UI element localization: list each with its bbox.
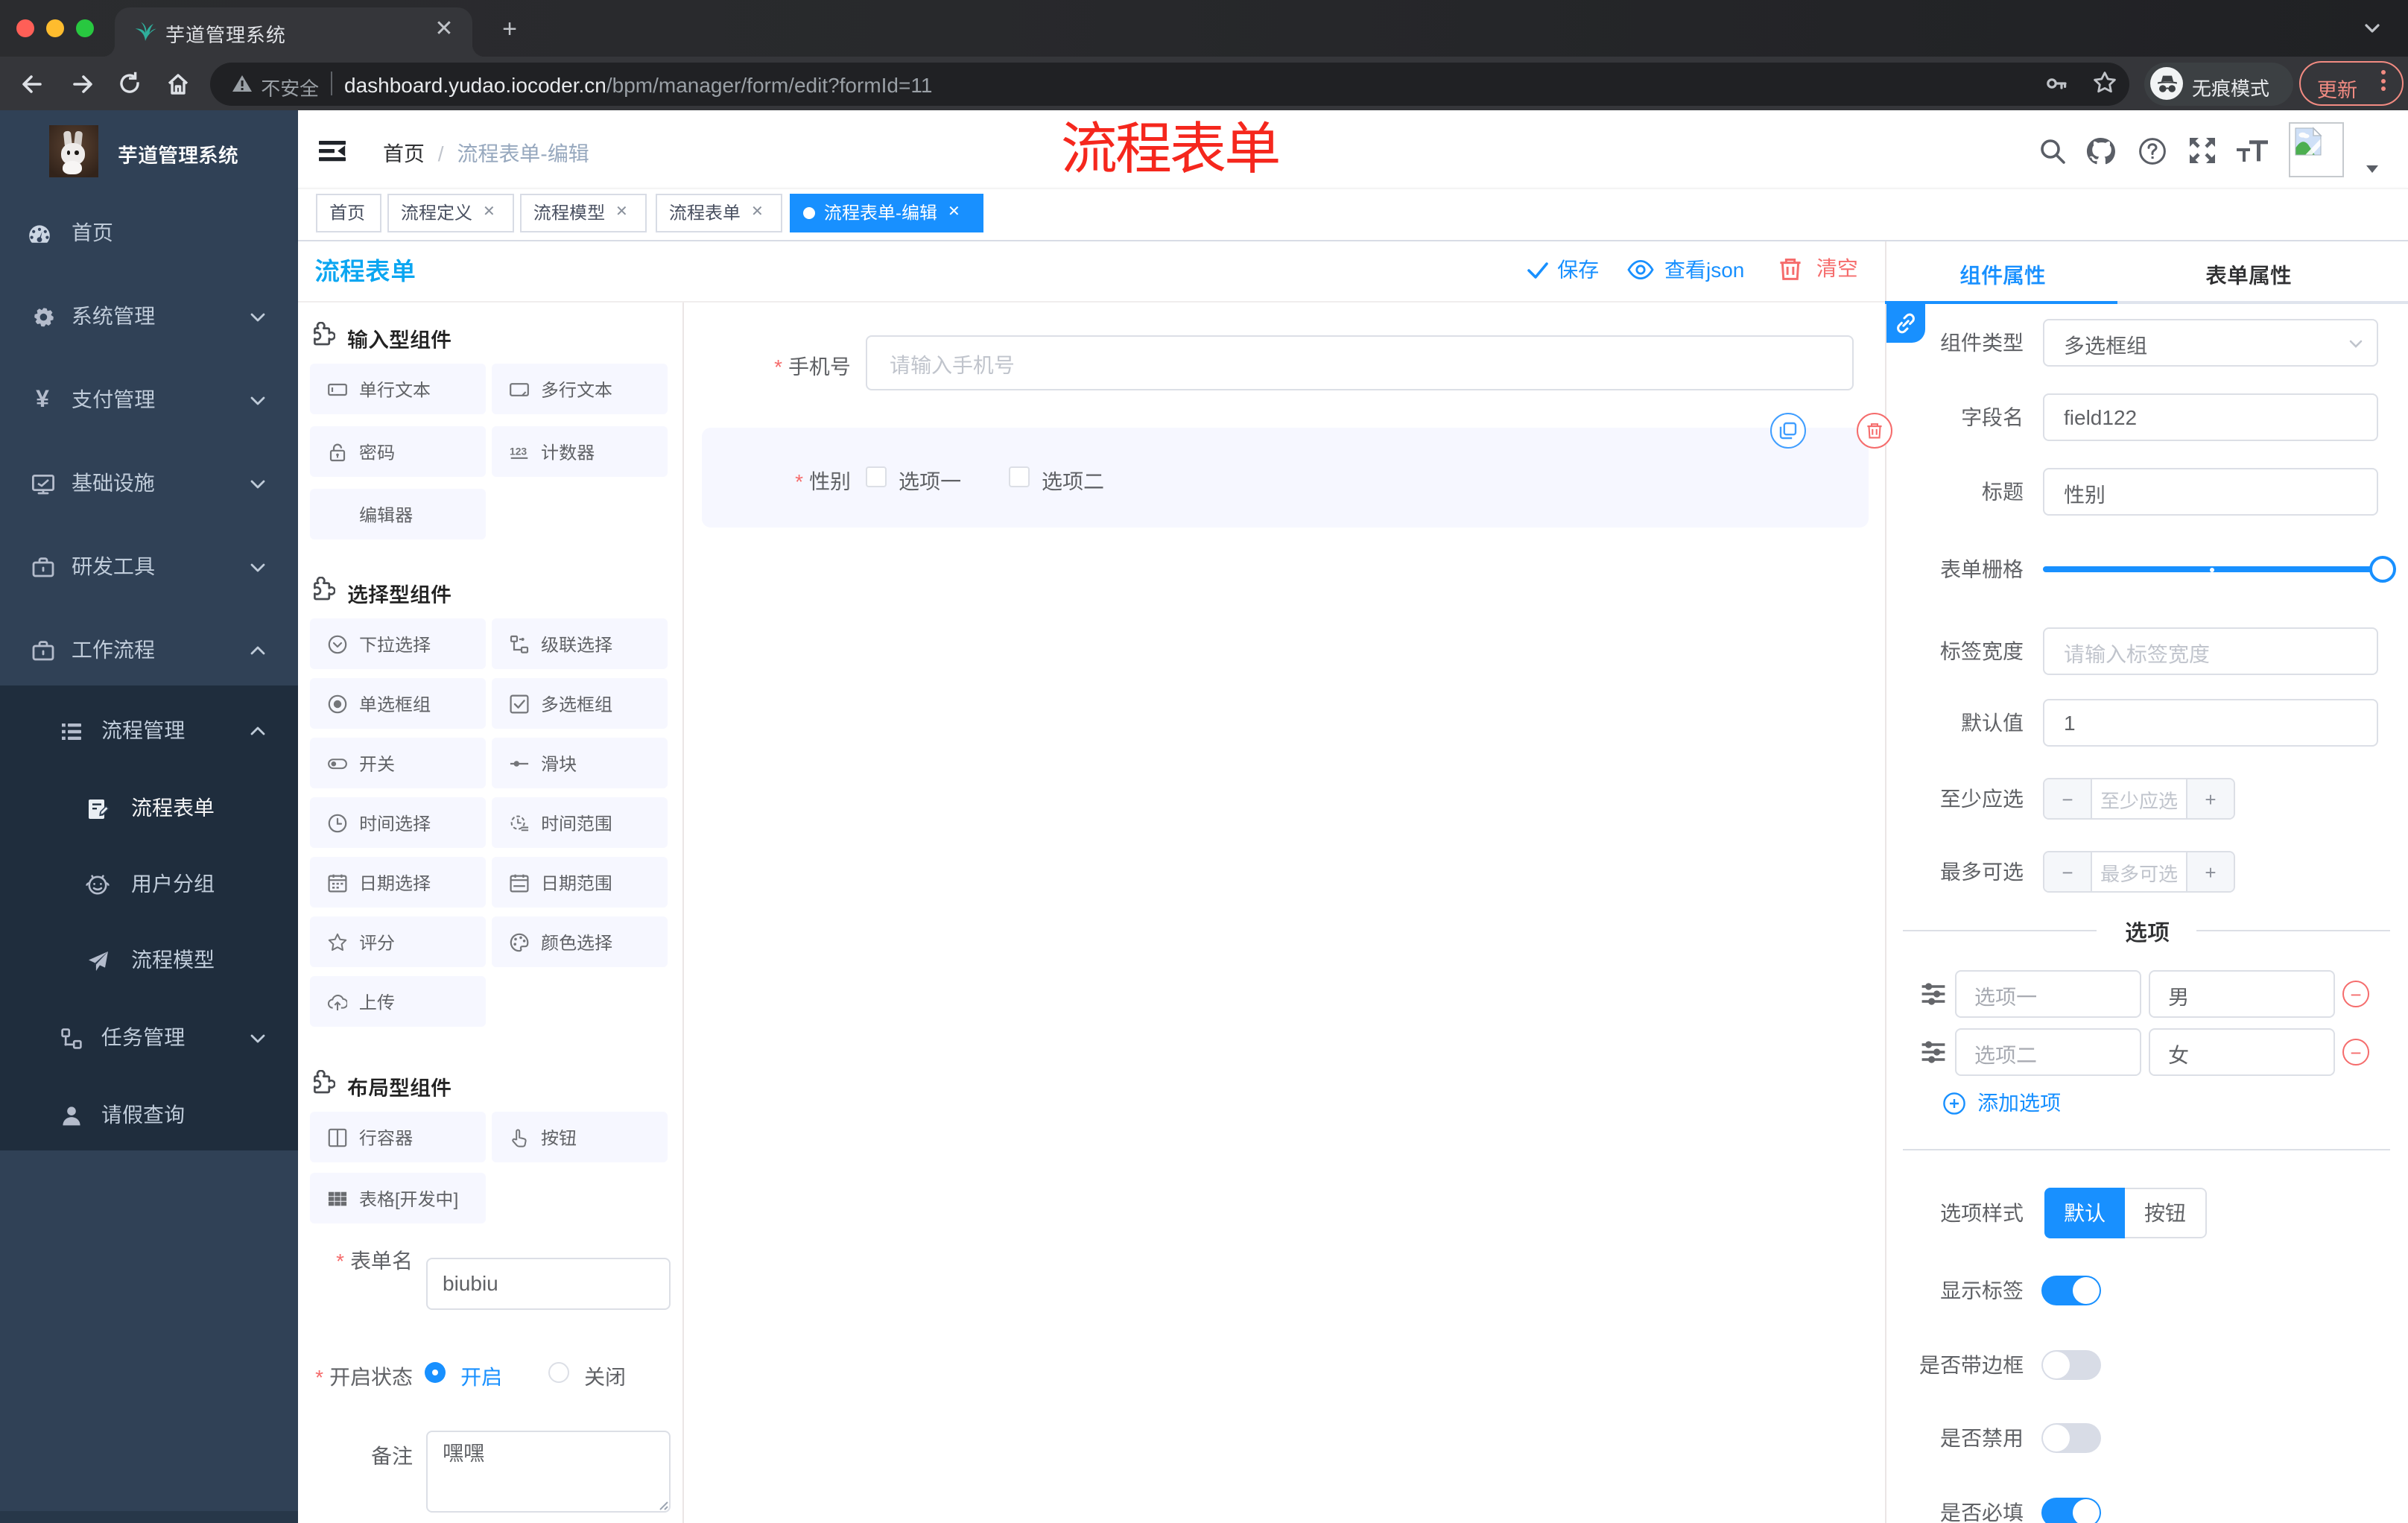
svg-text:123: 123	[510, 444, 527, 456]
